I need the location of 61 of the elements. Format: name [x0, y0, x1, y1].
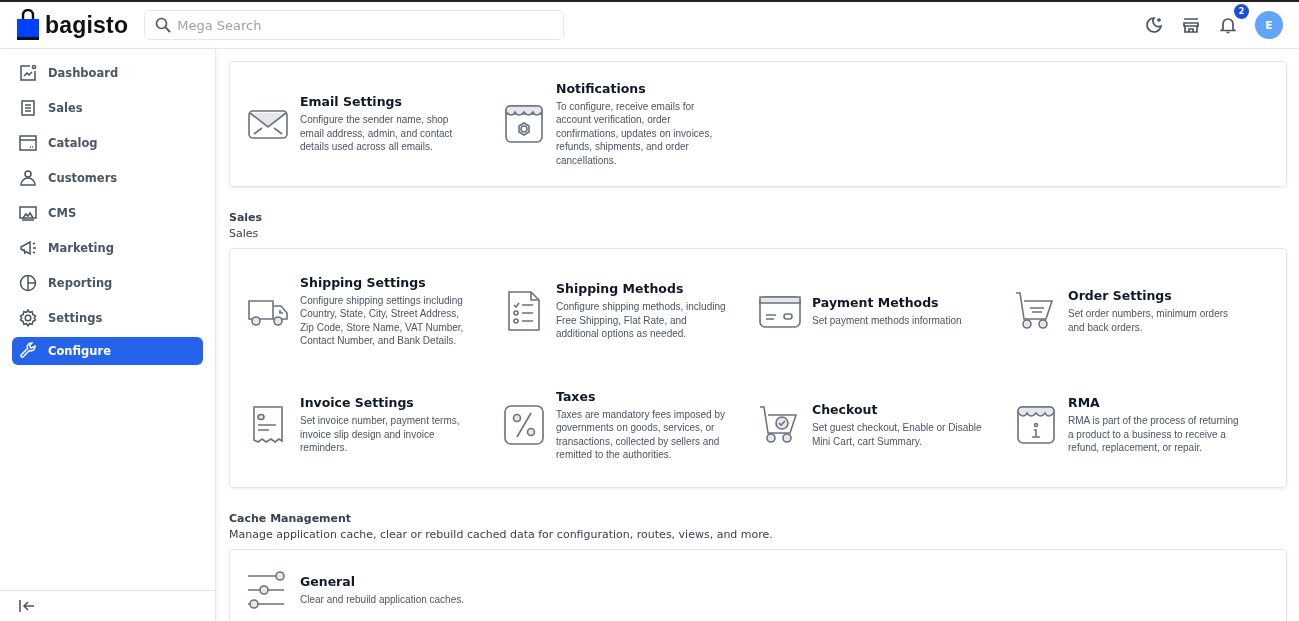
logo-text: bagisto	[45, 11, 129, 39]
settings-link[interactable]: Checkout Set guest checkout, Enable or Disable Mini Cart, cart Summary.	[758, 375, 1014, 475]
sidebar-item[interactable]: CMS	[12, 197, 203, 229]
setting-description: Taxes are mandatory fees imposed by governments on goods, services, or transactions, collected by sellers and remitted to the authorities.	[556, 407, 726, 462]
setting-title: Email Settings	[300, 94, 403, 110]
section-description: Sales	[229, 227, 260, 240]
setting-description: Configure shipping settings including Country, State, City, Street Address, Zip Code, Store Name, VAT Number, Contact Number, and Bank Details.	[300, 293, 465, 348]
setting-title: Shipping Methods	[556, 281, 685, 297]
store-gear-icon	[502, 102, 546, 146]
sidebar-item[interactable]: Dashboard	[12, 57, 203, 89]
marketing-icon	[18, 238, 38, 258]
moon-icon[interactable]	[1144, 15, 1164, 35]
bell-icon[interactable]	[1218, 15, 1238, 35]
setting-title: Notifications	[556, 80, 647, 96]
setting-description: Set order numbers, minimum orders and back orders.	[1068, 307, 1230, 334]
setting-title: Order Settings	[1068, 288, 1173, 303]
settings-link[interactable]: Email Settings Configure the sender name, shop email address, admin, and contact details used across all emails.	[246, 74, 502, 174]
settings-link[interactable]: Taxes Taxes are mandatory fees imposed by governments on goods, services, or transactions, collected by sellers and remitted to the authorities.	[502, 375, 758, 475]
settings-link[interactable]: RMA RMA is part of the process of returning a product to a business to receive a refund, replacement, or repair.	[1014, 375, 1270, 475]
settings-link[interactable]: Notifications To configure, receive emails for account verification, order confirmations, updates on invoices, refunds, shipments, and order cancellations.	[502, 74, 758, 174]
setting-title: Checkout	[812, 402, 879, 417]
search-field[interactable]: Mega Search	[144, 10, 565, 40]
setting-description: Configure shipping methods, including Free Shipping, Flat Rate, and additional options as needed.	[556, 300, 727, 341]
setting-description: RMA is part of the process of returning a product to a business to receive a refund, replacement, or repair.	[1068, 414, 1240, 455]
notification-count: 2	[1234, 4, 1249, 19]
settings-link[interactable]: Shipping Methods Configure shipping methods, including Free Shipping, Flat Rate, and additional options as needed.	[502, 261, 758, 361]
setting-title: Taxes	[556, 388, 597, 404]
collapse-sidebar-icon[interactable]	[18, 599, 36, 613]
sidebar-item[interactable]: Settings	[12, 302, 203, 334]
settings-link[interactable]: Payment Methods Set payment methods information	[758, 261, 1014, 361]
settings-link[interactable]: Shipping Settings Configure shipping settings including Country, State, City, Street Address, Zip Code, Store Name, VAT Number, Contact Number, and Bank Details.	[246, 261, 502, 361]
sidebar-item[interactable]: Customers	[12, 162, 203, 194]
setting-title: Invoice Settings	[300, 395, 415, 411]
sidebar-item[interactable]: Marketing	[12, 232, 203, 264]
percent-icon	[502, 403, 546, 447]
sidebar-item[interactable]: Sales	[12, 92, 203, 124]
setting-title: Shipping Settings	[300, 274, 427, 290]
sidebar-item[interactable]: Configure	[12, 337, 203, 365]
settings-link[interactable]: General Clear and rebuild application caches.	[246, 562, 502, 618]
settings-link[interactable]: Order Settings Set order numbers, minimum orders and back orders.	[1014, 261, 1270, 361]
sidebar-item[interactable]: Catalog	[12, 127, 203, 159]
setting-description: Clear and rebuild application caches.	[300, 592, 464, 607]
customers-icon	[18, 168, 38, 188]
settings-link[interactable]: Invoice Settings Set invoice number, payment terms, invoice slip design and invoice reminders.	[246, 375, 502, 475]
setting-description: Set payment methods information	[812, 313, 962, 328]
store-info-icon	[1014, 403, 1058, 447]
section-description: Manage application cache, clear or rebuild cached data for configuration, routes, views, and more.	[229, 528, 774, 541]
setting-title: RMA	[1068, 395, 1101, 411]
shopping-bag-logo-icon	[16, 9, 40, 41]
section-title: Sales	[229, 211, 264, 224]
setting-description: To configure, receive emails for account verification, order confirmations, updates on invoices, refunds, shipments, and order cancellations.	[556, 99, 714, 168]
search-icon	[155, 17, 172, 33]
setting-title: General	[300, 573, 356, 589]
settings-icon	[18, 308, 38, 328]
store-icon[interactable]	[1181, 15, 1201, 35]
setting-description: Set guest checkout, Enable or Disable Mini Cart, cart Summary.	[812, 421, 983, 448]
setting-description: Configure the sender name, shop email address, admin, and contact details used across all emails.	[300, 113, 454, 154]
setting-title: Payment Methods	[812, 294, 940, 310]
setting-description: Set invoice number, payment terms, invoice slip design and invoice reminders.	[300, 414, 461, 455]
section-title: Cache Management	[229, 512, 353, 525]
sidebar-item[interactable]: Reporting	[12, 267, 203, 299]
